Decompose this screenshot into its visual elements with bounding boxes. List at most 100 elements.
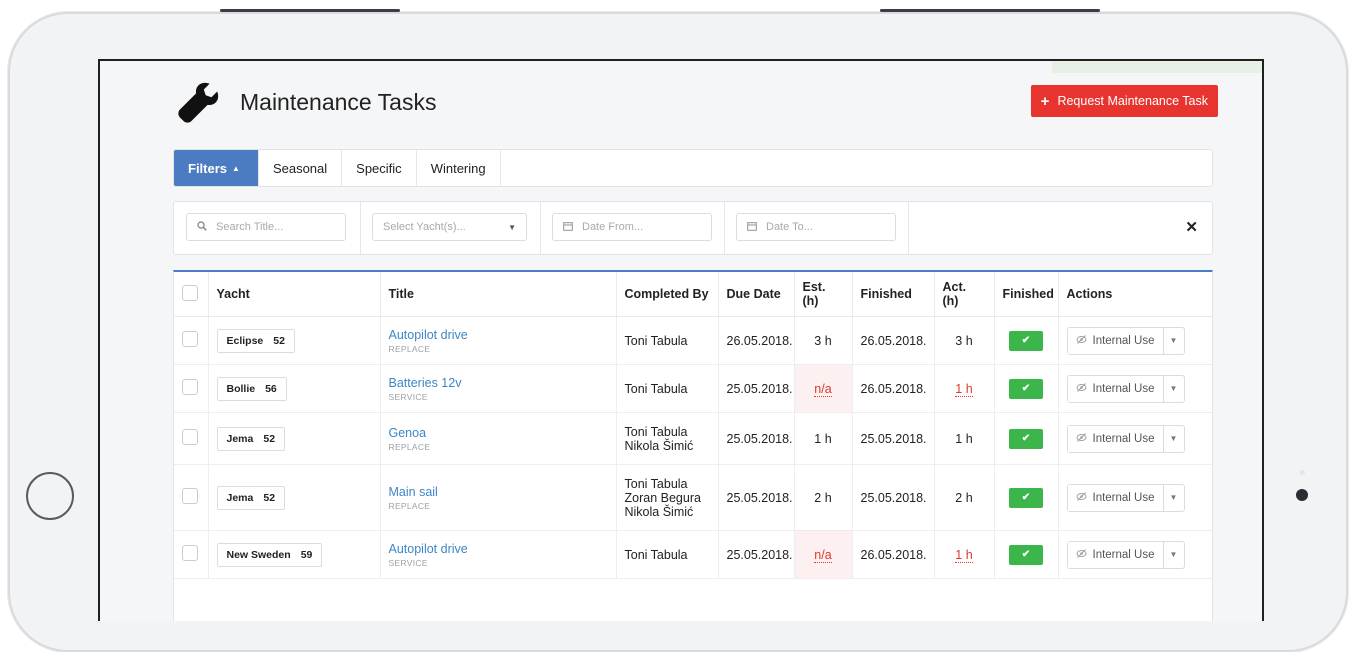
caret-down-icon[interactable]: ▼ — [1162, 425, 1184, 452]
column-header-title[interactable]: Title — [380, 272, 617, 317]
act-hours-cell: 1 h — [934, 530, 995, 579]
filter-cell: Select Yacht(s)... ▼ — [360, 202, 541, 254]
column-header-finished-date[interactable]: Finished — [852, 272, 935, 317]
yacht-select-placeholder: Select Yacht(s)... — [383, 221, 466, 233]
yacht-name: Bollie — [226, 382, 256, 395]
table-row[interactable]: Eclipse 52 Autopilot drive REPLACE Toni Tabu… — [174, 316, 1212, 365]
yacht-tag[interactable]: Jema 52 — [216, 485, 286, 510]
internal-use-button[interactable]: Internal Use — [1067, 484, 1163, 511]
table-row[interactable]: Jema 52 Main sail REPLACE Toni Tabula Zoran B… — [174, 464, 1212, 531]
eye-slash-icon — [1076, 491, 1087, 504]
check-icon[interactable]: ✔ — [1009, 544, 1043, 565]
yacht-tag[interactable]: Bollie 56 — [216, 376, 287, 401]
est-hours-cell: n/a — [794, 364, 853, 413]
completed-by-cell: Toni Tabula Zoran Begura Nikola Šimić — [616, 464, 719, 531]
tab-specific[interactable]: Specific — [342, 150, 417, 186]
completed-by-cell: Toni Tabula — [616, 530, 719, 579]
finished-date-cell: 26.05.2018. — [852, 316, 935, 365]
internal-use-button[interactable]: Internal Use — [1067, 425, 1163, 452]
act-hours-cell: 2 h — [934, 464, 995, 531]
internal-use-button[interactable]: Internal Use — [1067, 327, 1163, 354]
close-icon[interactable]: ✕ — [1185, 218, 1198, 236]
yacht-tag[interactable]: Eclipse 52 — [216, 328, 295, 353]
column-header-act[interactable]: Act. (h) — [934, 272, 995, 317]
est-hours-cell: n/a — [794, 530, 853, 579]
title-cell: Main sail REPLACE — [380, 464, 617, 531]
date-to-input[interactable] — [764, 220, 895, 234]
yacht-tag[interactable]: Jema 52 — [216, 426, 286, 451]
action-label: Internal Use — [1092, 491, 1155, 504]
actions-cell: Internal Use ▼ — [1058, 364, 1212, 413]
row-checkbox[interactable] — [182, 429, 198, 445]
finished-cell: ✔ — [994, 316, 1059, 365]
task-title-link[interactable]: Genoa — [389, 426, 608, 440]
column-header-finished[interactable]: Finished — [994, 272, 1059, 317]
search-field[interactable] — [186, 213, 346, 241]
caret-down-icon[interactable]: ▼ — [1162, 484, 1184, 511]
date-to-field[interactable] — [736, 213, 896, 241]
row-checkbox[interactable] — [182, 379, 198, 395]
wrench-icon — [178, 82, 219, 123]
row-select-cell — [174, 316, 209, 365]
yacht-cell: New Sweden 59 — [208, 530, 381, 579]
row-checkbox[interactable] — [182, 331, 198, 347]
yacht-select[interactable]: Select Yacht(s)... ▼ — [372, 213, 527, 241]
task-title-link[interactable]: Autopilot drive — [389, 542, 608, 556]
table-row[interactable]: Jema 52 Genoa REPLACE Toni Tabula Nikola Šimi… — [174, 412, 1212, 465]
yacht-name: Eclipse — [226, 334, 264, 347]
yacht-size: 52 — [263, 432, 276, 445]
request-maintenance-task-button[interactable]: + Request Maintenance Task — [1030, 85, 1218, 117]
search-input[interactable] — [214, 220, 345, 234]
yacht-tag[interactable]: New Sweden 59 — [216, 542, 323, 567]
tab-label: Specific — [356, 160, 402, 176]
act-hours-cell: 1 h — [934, 364, 995, 413]
select-all-checkbox[interactable] — [182, 284, 198, 301]
table-row[interactable]: Bollie 56 Batteries 12v SERVICE Toni Tabula 2… — [174, 364, 1212, 413]
tablet-home-button[interactable] — [26, 472, 74, 520]
task-title-link[interactable]: Batteries 12v — [389, 376, 608, 390]
act-hours: 3 h — [955, 333, 973, 348]
column-header-est[interactable]: Est. (h) — [794, 272, 853, 317]
request-button-label: Request Maintenance Task — [1057, 94, 1208, 108]
column-header-yacht[interactable]: Yacht — [208, 272, 381, 317]
finished-cell: ✔ — [994, 412, 1059, 465]
yacht-size: 56 — [265, 382, 277, 395]
check-icon[interactable]: ✔ — [1009, 330, 1043, 351]
caret-down-icon[interactable]: ▼ — [1162, 541, 1184, 568]
yacht-cell: Jema 52 — [208, 412, 381, 465]
tasks-table-container: Yacht Title Completed By Due Date Est. (… — [173, 270, 1213, 621]
internal-use-button[interactable]: Internal Use — [1067, 375, 1163, 402]
internal-use-button[interactable]: Internal Use — [1067, 541, 1163, 568]
completed-by-name: Nikola Šimić — [624, 504, 694, 519]
due-date-cell: 25.05.2018. — [718, 364, 795, 413]
table-row[interactable]: New Sweden 59 Autopilot drive SERVICE Toni T… — [174, 530, 1212, 579]
task-type: REPLACE — [388, 441, 431, 452]
column-header-due-date[interactable]: Due Date — [718, 272, 795, 317]
eye-slash-icon — [1076, 548, 1087, 561]
task-title-link[interactable]: Autopilot drive — [389, 328, 608, 342]
date-from-field[interactable] — [552, 213, 712, 241]
est-hours: n/a — [814, 381, 832, 397]
act-hours: 1 h — [955, 431, 973, 446]
caret-down-icon[interactable]: ▼ — [1162, 327, 1184, 354]
task-title-link[interactable]: Main sail — [389, 485, 608, 499]
caret-down-icon[interactable]: ▼ — [1162, 375, 1184, 402]
completed-by-name: Zoran Begura — [624, 490, 701, 505]
check-icon[interactable]: ✔ — [1009, 428, 1043, 449]
title-cell: Genoa REPLACE — [380, 412, 617, 465]
tab-wintering[interactable]: Wintering — [417, 150, 501, 186]
check-icon[interactable]: ✔ — [1009, 487, 1043, 508]
tab-seasonal[interactable]: Seasonal — [259, 150, 343, 186]
caret-down-icon: ▼ — [508, 222, 516, 232]
tab-filters[interactable]: Filters ▲ — [174, 150, 259, 186]
row-checkbox[interactable] — [182, 545, 198, 561]
row-checkbox[interactable] — [182, 488, 198, 504]
action-button-group: Internal Use ▼ — [1066, 540, 1185, 569]
check-icon[interactable]: ✔ — [1009, 378, 1043, 399]
actions-cell: Internal Use ▼ — [1058, 412, 1212, 465]
filter-cell — [724, 202, 909, 254]
date-from-input[interactable] — [580, 220, 711, 234]
column-header-completed-by[interactable]: Completed By — [616, 272, 719, 317]
search-icon — [197, 220, 207, 234]
app-screen: Maintenance Tasks + Request Maintenance … — [98, 59, 1264, 621]
